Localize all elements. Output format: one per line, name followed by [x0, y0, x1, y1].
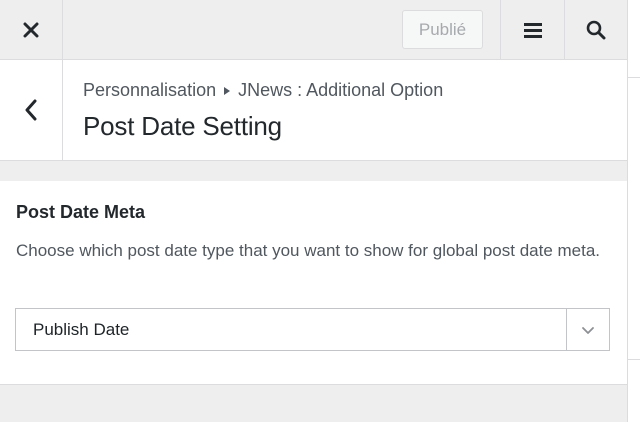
breadcrumb: Personnalisation JNews : Additional Opti…: [83, 80, 443, 101]
section-titlebar: Personnalisation JNews : Additional Opti…: [0, 60, 627, 161]
control-title: Post Date Meta: [16, 202, 146, 222]
breadcrumb-current: JNews : Additional Option: [238, 80, 444, 100]
chevron-down-icon: [582, 326, 594, 334]
preview-edge-divider: [628, 359, 640, 360]
select-value: Publish Date: [33, 320, 130, 339]
search-icon: [586, 20, 606, 39]
control-description: Choose which post date type that you wan…: [16, 241, 601, 260]
control-card: Post Date Meta Choose which post date ty…: [0, 181, 627, 385]
publish-button[interactable]: Publié: [402, 10, 483, 49]
hamburger-menu-icon: [523, 22, 542, 38]
preview-edge: [627, 0, 640, 422]
page-title: Post Date Setting: [83, 111, 282, 141]
select-arrow[interactable]: [566, 309, 609, 350]
breadcrumb-root: Personnalisation: [83, 80, 217, 100]
publish-button-label: Publié: [418, 19, 467, 39]
search-button[interactable]: [564, 0, 627, 59]
preview-edge-divider: [628, 77, 640, 78]
post-date-type-select[interactable]: Publish Date: [15, 308, 610, 351]
close-button[interactable]: [0, 0, 63, 59]
customizer-header: Publié: [0, 0, 627, 60]
customizer-frame: Publié Personnalisation JNews: Addition…: [0, 0, 640, 422]
customizer-panel: Publié Personnalisation JNews: Addition…: [0, 0, 627, 422]
back-button[interactable]: [0, 60, 63, 160]
close-icon: [23, 22, 39, 37]
chevron-left-icon: [25, 99, 37, 121]
menu-button[interactable]: [500, 0, 564, 59]
breadcrumb-separator-icon: [224, 86, 231, 95]
